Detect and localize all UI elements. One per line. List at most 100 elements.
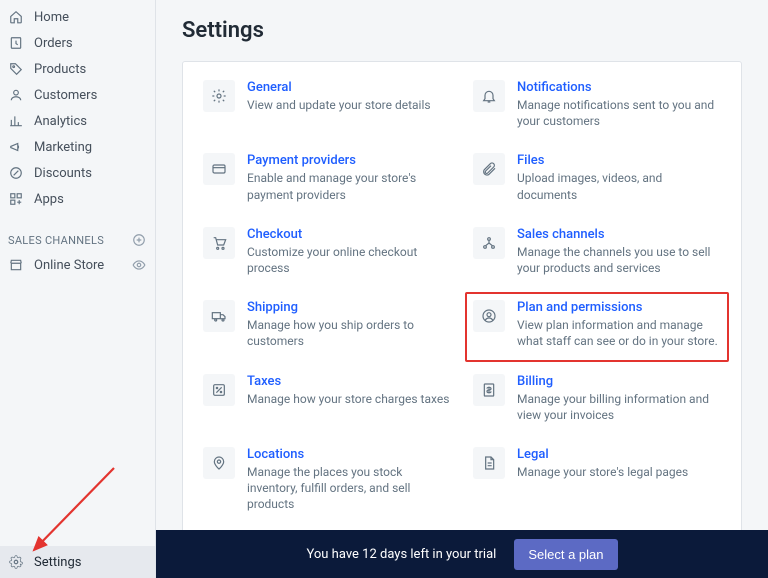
- tile-desc: Manage how your store charges taxes: [247, 391, 451, 407]
- nav-apps[interactable]: Apps: [0, 186, 155, 212]
- nav-customers[interactable]: Customers: [0, 82, 155, 108]
- tile-taxes[interactable]: Taxes Manage how your store charges taxe…: [203, 374, 451, 423]
- settings-grid: General View and update your store detai…: [203, 80, 721, 512]
- tile-body: Checkout Customize your online checkout …: [247, 227, 451, 276]
- share-icon: [473, 227, 505, 259]
- select-plan-button[interactable]: Select a plan: [514, 539, 617, 570]
- tile-title: Legal: [517, 447, 721, 462]
- sidebar-footer: Settings: [0, 546, 155, 578]
- dollar-icon: [473, 374, 505, 406]
- highlight-plan-permissions: Plan and permissions View plan informati…: [465, 292, 729, 361]
- tile-locations[interactable]: Locations Manage the places you stock in…: [203, 447, 451, 513]
- tile-body: Sales channels Manage the channels you u…: [517, 227, 721, 276]
- discount-icon: [8, 165, 24, 181]
- tile-title: Notifications: [517, 80, 721, 95]
- document-icon: [473, 447, 505, 479]
- tile-body: Billing Manage your billing information …: [517, 374, 721, 423]
- percent-icon: [203, 374, 235, 406]
- tile-desc: Enable and manage your store's payment p…: [247, 170, 451, 202]
- tile-title: Locations: [247, 447, 451, 462]
- tile-body: Files Upload images, videos, and documen…: [517, 153, 721, 202]
- tile-title: Shipping: [247, 300, 451, 315]
- tile-notifications[interactable]: Notifications Manage notifications sent …: [473, 80, 721, 129]
- tile-body: Shipping Manage how you ship orders to c…: [247, 300, 451, 349]
- tile-desc: View and update your store details: [247, 97, 451, 113]
- megaphone-icon: [8, 139, 24, 155]
- tile-title: Payment providers: [247, 153, 451, 168]
- tile-desc: View plan information and manage what st…: [517, 317, 721, 349]
- tile-body: Legal Manage your store's legal pages: [517, 447, 721, 480]
- nav-label: Home: [34, 10, 147, 25]
- tile-title: Billing: [517, 374, 721, 389]
- nav-marketing[interactable]: Marketing: [0, 134, 155, 160]
- nav-discounts[interactable]: Discounts: [0, 160, 155, 186]
- tile-title: Taxes: [247, 374, 451, 389]
- nav-analytics[interactable]: Analytics: [0, 108, 155, 134]
- tile-sales-channels[interactable]: Sales channels Manage the channels you u…: [473, 227, 721, 276]
- eye-icon[interactable]: [131, 257, 147, 273]
- tile-desc: Manage the channels you use to sell your…: [517, 244, 721, 276]
- nav-label: Customers: [34, 88, 147, 103]
- nav-list: Home Orders Products Customers Analytics…: [0, 0, 155, 212]
- nav-products[interactable]: Products: [0, 56, 155, 82]
- tile-general[interactable]: General View and update your store detai…: [203, 80, 451, 129]
- tile-body: Plan and permissions View plan informati…: [517, 300, 721, 349]
- cart-icon: [203, 227, 235, 259]
- tile-legal[interactable]: Legal Manage your store's legal pages: [473, 447, 721, 513]
- channel-label: Online Store: [34, 258, 131, 273]
- nav-label: Orders: [34, 36, 147, 51]
- sales-channels-header-text: SALES CHANNELS: [8, 234, 104, 247]
- gear-icon: [8, 554, 24, 570]
- main: Settings General View and update your st…: [156, 0, 768, 530]
- sidebar-settings[interactable]: Settings: [0, 546, 155, 578]
- tile-desc: Customize your online checkout process: [247, 244, 451, 276]
- tile-body: Notifications Manage notifications sent …: [517, 80, 721, 129]
- tile-body: Locations Manage the places you stock in…: [247, 447, 451, 513]
- tile-body: Taxes Manage how your store charges taxe…: [247, 374, 451, 407]
- user-circle-icon: [473, 300, 505, 332]
- channel-online-store[interactable]: Online Store: [0, 252, 155, 278]
- pin-icon: [203, 447, 235, 479]
- store-icon: [8, 257, 24, 273]
- orders-icon: [8, 35, 24, 51]
- trial-bar: You have 12 days left in your trial Sele…: [156, 530, 768, 578]
- tile-desc: Manage your billing information and view…: [517, 391, 721, 423]
- add-channel-icon[interactable]: [131, 232, 147, 248]
- settings-label: Settings: [34, 555, 81, 570]
- sidebar: Home Orders Products Customers Analytics…: [0, 0, 156, 578]
- tile-desc: Upload images, videos, and documents: [517, 170, 721, 202]
- nav-home[interactable]: Home: [0, 4, 155, 30]
- tile-desc: Manage notifications sent to you and you…: [517, 97, 721, 129]
- tile-shipping[interactable]: Shipping Manage how you ship orders to c…: [203, 300, 451, 349]
- tile-desc: Manage how you ship orders to customers: [247, 317, 451, 349]
- bell-icon: [473, 80, 505, 112]
- tile-payment-providers[interactable]: Payment providers Enable and manage your…: [203, 153, 451, 202]
- truck-icon: [203, 300, 235, 332]
- page-title: Settings: [182, 18, 742, 43]
- tile-title: Plan and permissions: [517, 300, 721, 315]
- nav-orders[interactable]: Orders: [0, 30, 155, 56]
- tile-desc: Manage your store's legal pages: [517, 464, 721, 480]
- nav-label: Apps: [34, 192, 147, 207]
- tile-billing[interactable]: Billing Manage your billing information …: [473, 374, 721, 423]
- user-icon: [8, 87, 24, 103]
- sales-channels-header: SALES CHANNELS: [0, 226, 155, 252]
- apps-icon: [8, 191, 24, 207]
- tile-body: General View and update your store detai…: [247, 80, 451, 113]
- nav-label: Analytics: [34, 114, 147, 129]
- tile-title: Checkout: [247, 227, 451, 242]
- gear-icon: [203, 80, 235, 112]
- nav-label: Products: [34, 62, 147, 77]
- analytics-icon: [8, 113, 24, 129]
- tile-title: General: [247, 80, 451, 95]
- home-icon: [8, 9, 24, 25]
- nav-label: Discounts: [34, 166, 147, 181]
- tile-title: Sales channels: [517, 227, 721, 242]
- tile-body: Payment providers Enable and manage your…: [247, 153, 451, 202]
- tile-plan-permissions[interactable]: Plan and permissions View plan informati…: [473, 300, 721, 349]
- tag-icon: [8, 61, 24, 77]
- tile-files[interactable]: Files Upload images, videos, and documen…: [473, 153, 721, 202]
- tile-checkout[interactable]: Checkout Customize your online checkout …: [203, 227, 451, 276]
- nav-label: Marketing: [34, 140, 147, 155]
- trial-message: You have 12 days left in your trial: [306, 547, 496, 562]
